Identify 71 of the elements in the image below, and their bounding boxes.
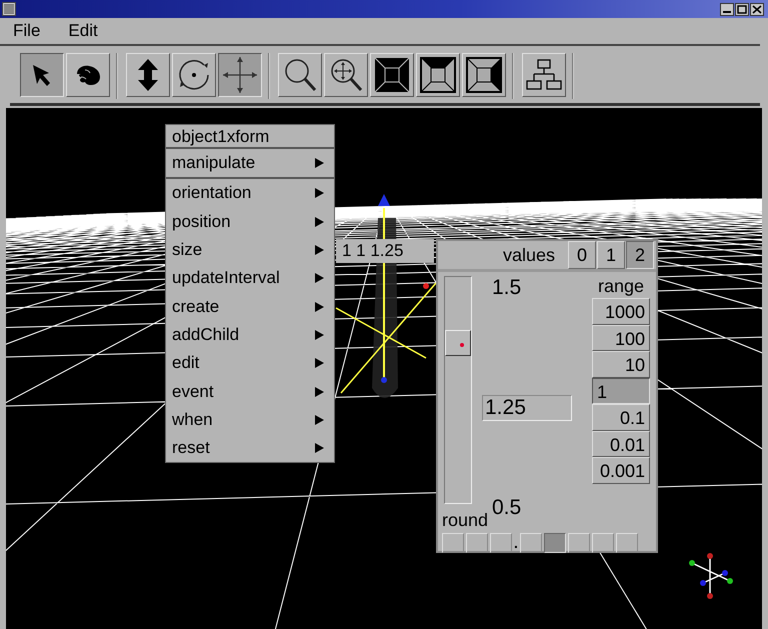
submenu-arrow-icon (315, 158, 324, 168)
submenu-arrow-icon (315, 358, 324, 368)
context-menu-item[interactable]: manipulate (166, 149, 334, 180)
tool-button[interactable] (218, 53, 262, 97)
value-tab[interactable]: 0 (568, 241, 596, 269)
submenu-arrow-icon (315, 302, 324, 312)
menu-item-label: addChild (172, 324, 240, 345)
submenu-arrow-icon (315, 273, 324, 284)
menu-item-label: reset (172, 438, 210, 458)
menu-item-label: updateInterval (172, 268, 280, 288)
menu-item[interactable]: Edit (68, 21, 98, 41)
menu-item-label: when (172, 410, 213, 430)
window-menu-icon[interactable] (2, 2, 16, 16)
context-menu-item[interactable]: event (166, 377, 334, 406)
range-label: range (598, 276, 644, 298)
slider-thumb[interactable] (445, 330, 471, 356)
values-label: values (502, 244, 555, 266)
minimize-icon[interactable] (720, 2, 734, 16)
range-button[interactable]: 0.1 (592, 404, 650, 430)
tool-button[interactable] (20, 53, 64, 97)
submenu-arrow-icon (315, 188, 324, 198)
decimal-point: . (514, 535, 518, 551)
menu-item-label: position (172, 212, 231, 232)
round-label: round (442, 510, 490, 531)
submenu-arrow-icon (315, 330, 324, 340)
up-down-arrow-icon (137, 58, 159, 92)
context-menu-item[interactable]: position (166, 208, 334, 236)
slider-track[interactable] (444, 276, 472, 504)
value-tab[interactable]: 1 (597, 241, 625, 269)
hierarchy-icon (525, 59, 563, 91)
menu-item-label: manipulate (172, 153, 256, 174)
range-button[interactable]: 1000 (592, 298, 650, 324)
slider-min-label: 0.5 (492, 496, 522, 520)
range-button[interactable]: 1 (592, 378, 650, 404)
move-arrows-icon (221, 55, 259, 95)
view-cube-icon (374, 57, 410, 93)
value-tab[interactable]: 2 (626, 241, 654, 269)
submenu-arrow-icon (315, 414, 324, 425)
menu-item-label: edit (172, 353, 200, 374)
context-menu-item[interactable]: reset (166, 434, 334, 462)
context-menu-item[interactable]: size (166, 236, 334, 264)
context-menu-item[interactable]: updateInterval (166, 264, 334, 292)
context-menu-item[interactable]: orientation (166, 179, 334, 208)
context-menu-item[interactable]: addChild (166, 320, 334, 350)
menu-item[interactable]: File (13, 21, 40, 41)
context-menu-item[interactable]: when (166, 406, 334, 434)
submenu-arrow-icon (315, 386, 324, 397)
menu-item-label: event (172, 382, 214, 402)
3d-viewport[interactable]: object1xform manipulate orientation position size updateInterval create addChild edit event when reset 1 1 1.25 values 0 1 2 1.5 1.25 0.5 range 1000 100 10 1 0.1 0.01 0.001 round . (6, 108, 762, 629)
context-menu-item[interactable]: create (166, 292, 334, 321)
close-icon[interactable] (750, 2, 764, 16)
submenu-arrow-icon (315, 216, 324, 227)
slider-max-label: 1.5 (492, 276, 522, 300)
range-button[interactable]: 10 (592, 351, 650, 378)
axis-indicator-icon (689, 553, 733, 599)
maximize-icon[interactable] (735, 2, 749, 16)
submenu-arrow-icon (315, 245, 324, 256)
range-button[interactable]: 100 (592, 324, 650, 351)
menu-title: object1xform (166, 125, 334, 149)
view-cube-icon (420, 57, 456, 93)
context-menu-item[interactable]: edit (166, 349, 334, 378)
range-button[interactable]: 0.01 (592, 430, 650, 457)
round-digit-button[interactable] (544, 533, 566, 553)
menu-item-label: size (172, 240, 202, 260)
menu-item-label: create (172, 296, 220, 317)
value-label: 1 1 1.25 (336, 239, 434, 263)
submenu-arrow-icon (315, 443, 324, 454)
range-button[interactable]: 0.001 (592, 457, 650, 484)
view-cube-icon (466, 57, 502, 93)
menu-item-label: orientation (172, 183, 252, 204)
value-field[interactable]: 1.25 (482, 395, 572, 421)
